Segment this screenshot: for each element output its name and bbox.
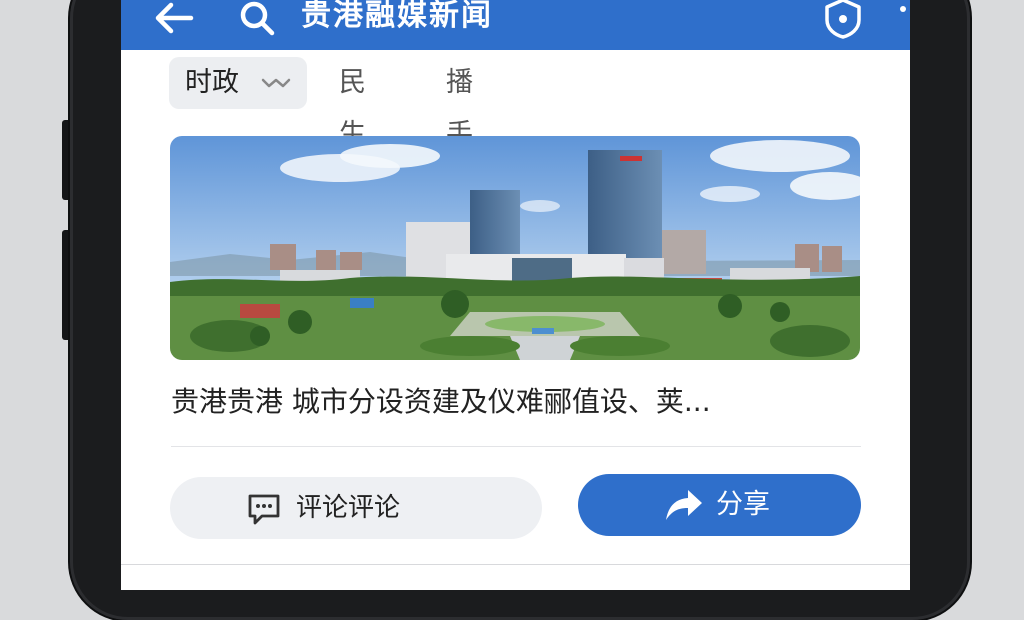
arrow-left-icon[interactable]: [151, 0, 197, 38]
comment-label: 评论评论: [296, 493, 401, 523]
top-bar: 贵港融媒新闻: [121, 0, 910, 50]
comment-icon: [248, 494, 280, 525]
divider: [171, 446, 861, 447]
share-arrow-icon: [666, 490, 702, 520]
chevron-down-icon: [261, 78, 291, 88]
tab-label: 时政: [185, 67, 239, 98]
article-headline[interactable]: 贵港贵港 城市分设资建及仪难郦值设、荚...: [171, 382, 871, 422]
app-title: 贵港融媒新闻: [301, 0, 493, 33]
comment-button[interactable]: 评论评论: [170, 477, 542, 539]
city-scene-image: [170, 136, 860, 360]
share-label: 分享: [716, 489, 770, 520]
tab-third[interactable]: 播手: [446, 57, 473, 150]
tab-politics[interactable]: 时政: [169, 57, 307, 109]
search-icon[interactable]: [237, 0, 277, 38]
shield-badge-icon[interactable]: [821, 0, 865, 40]
bottom-divider: [121, 564, 910, 565]
news-image[interactable]: [170, 136, 860, 360]
tab-livelihood[interactable]: 民生: [339, 57, 366, 150]
app-screen: 贵港融媒新闻 时政 民生 播手 贵港贵港 城市分设资建及仪难郦值设、荚... 评…: [121, 0, 910, 590]
share-button[interactable]: 分享: [578, 474, 861, 536]
more-icon[interactable]: [900, 6, 906, 12]
